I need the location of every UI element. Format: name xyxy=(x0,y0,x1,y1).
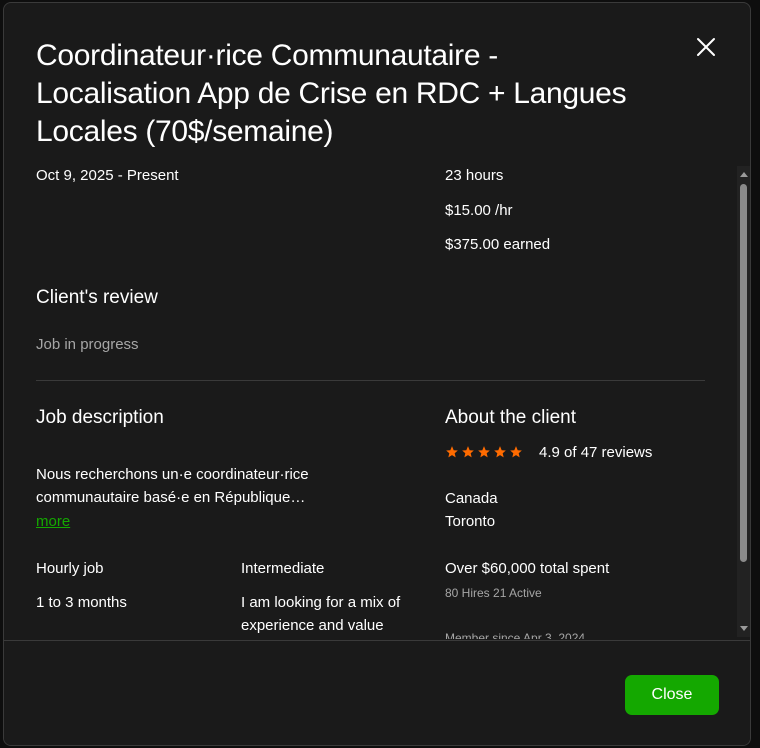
total-earned: $375.00 earned xyxy=(445,236,551,253)
section-divider xyxy=(36,380,705,381)
client-country: Canada xyxy=(445,490,498,507)
experience-level-desc-line-1: I am looking for a mix of xyxy=(241,594,401,611)
close-button[interactable]: Close xyxy=(625,675,719,715)
star-icon xyxy=(462,446,474,458)
rating-stars xyxy=(445,445,523,459)
star-icon xyxy=(478,446,490,458)
client-hires: 80 Hires 21 Active xyxy=(445,586,542,600)
job-type: Hourly job xyxy=(36,560,104,577)
modal-footer: Close xyxy=(4,640,750,745)
contract-dates: Oct 9, 2025 - Present xyxy=(36,167,179,184)
experience-level: Intermediate xyxy=(241,560,325,577)
review-status: Job in progress xyxy=(36,336,139,353)
experience-level-desc-line-2: experience and value xyxy=(241,617,384,634)
job-description-heading: Job description xyxy=(36,407,164,428)
client-member-since: Member since Apr 3, 2024 xyxy=(445,631,586,639)
scrollbar-thumb[interactable] xyxy=(740,184,747,562)
job-duration: 1 to 3 months xyxy=(36,594,127,611)
more-link[interactable]: more xyxy=(36,513,70,530)
job-description-line-2: communautaire basé·e en République… xyxy=(36,489,306,506)
rating-text: 4.9 of 47 reviews xyxy=(539,444,653,461)
job-description-line-1: Nous recherchons un·e coordinateur·rice xyxy=(36,466,309,483)
modal-title: Coordinateur·rice Communautaire - Locali… xyxy=(36,39,627,148)
close-icon[interactable] xyxy=(692,33,720,61)
client-review-heading: Client's review xyxy=(36,287,158,308)
contract-details-modal: Coordinateur·rice Communautaire - Locali… xyxy=(3,2,751,746)
client-city: Toronto xyxy=(445,513,496,530)
star-icon xyxy=(510,446,522,458)
client-total-spent: Over $60,000 total spent xyxy=(445,560,610,577)
hours-worked: 23 hours xyxy=(445,167,504,184)
scrollbar[interactable] xyxy=(737,166,750,637)
modal-scroll-content[interactable]: Oct 9, 2025 - Present 23 hours $15.00 /h… xyxy=(4,163,750,639)
star-icon xyxy=(446,446,458,458)
star-icon xyxy=(494,446,506,458)
scroll-up-arrow-icon[interactable] xyxy=(740,172,748,177)
scroll-down-arrow-icon[interactable] xyxy=(740,626,748,631)
hourly-rate: $15.00 /hr xyxy=(445,202,513,219)
about-client-heading: About the client xyxy=(445,407,576,428)
